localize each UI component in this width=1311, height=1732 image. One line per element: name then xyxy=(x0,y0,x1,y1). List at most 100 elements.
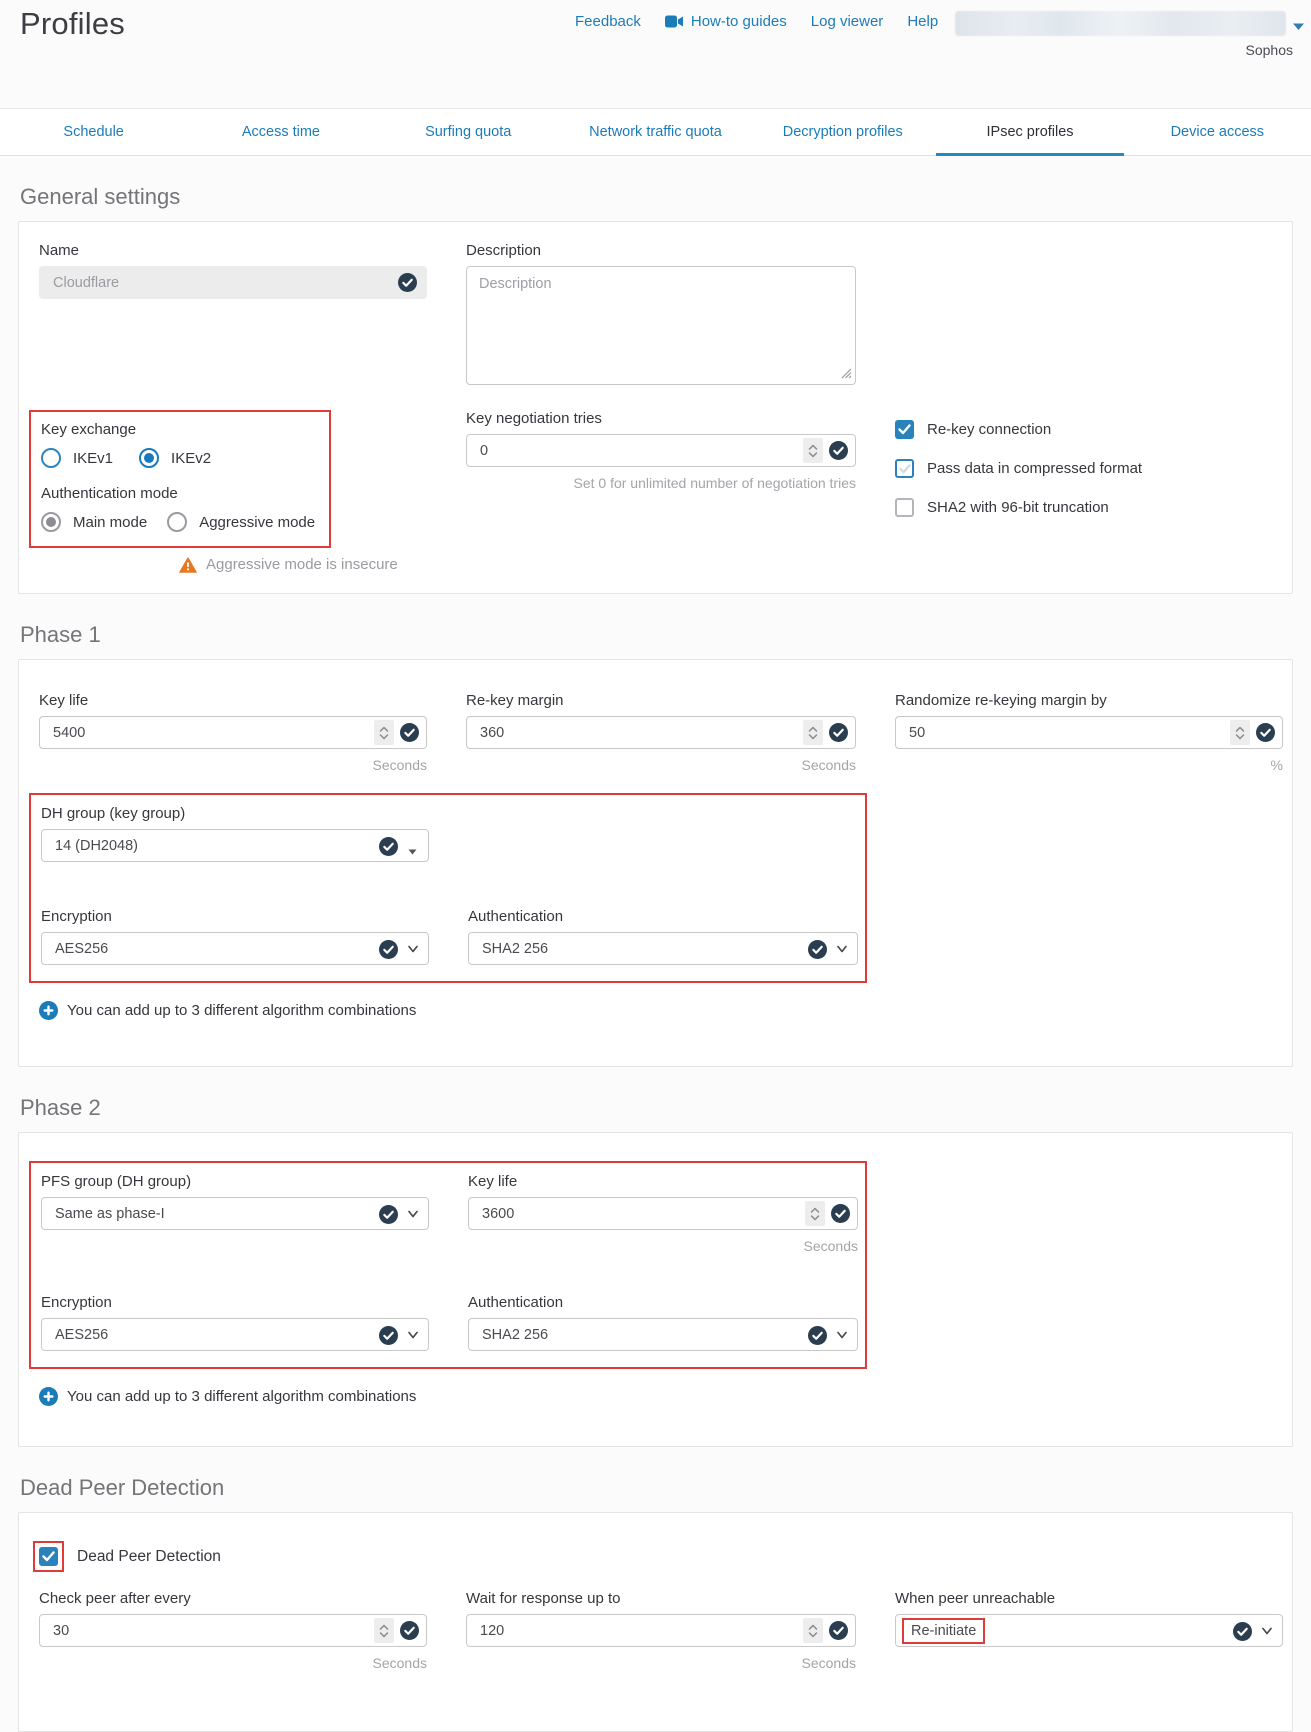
number-stepper[interactable] xyxy=(805,1201,825,1226)
dh-group-group: DH group (key group) 14 (DH2048) xyxy=(41,805,429,862)
add-plus-icon[interactable] xyxy=(39,1387,58,1406)
sha2-truncation-checkbox[interactable] xyxy=(895,498,914,517)
number-stepper[interactable] xyxy=(374,1618,394,1643)
dpd-toggle-label[interactable]: Dead Peer Detection xyxy=(77,1548,221,1566)
p1-authentication-value: SHA2 256 xyxy=(482,941,548,957)
p2-encryption-select[interactable]: AES256 xyxy=(41,1318,429,1351)
tab-network-traffic-quota[interactable]: Network traffic quota xyxy=(562,109,749,155)
chevron-down-icon[interactable] xyxy=(835,1328,849,1346)
phase1-card: Key life Seconds Re-key margin Seconds R… xyxy=(18,659,1293,1067)
chevron-down-icon[interactable] xyxy=(406,1207,420,1225)
caret-down-icon[interactable] xyxy=(408,843,417,859)
radio-ikev2-label[interactable]: IKEv2 xyxy=(171,450,211,467)
account-caret-down-icon[interactable] xyxy=(1292,18,1305,36)
radio-aggressive-mode-label[interactable]: Aggressive mode xyxy=(199,514,315,531)
valid-check-badge-icon xyxy=(1256,723,1275,742)
number-stepper[interactable] xyxy=(803,1618,823,1643)
radio-main-mode-label[interactable]: Main mode xyxy=(73,514,147,531)
tab-surfing-quota[interactable]: Surfing quota xyxy=(375,109,562,155)
p2-key-life-unit: Seconds xyxy=(468,1238,858,1254)
radio-main-mode[interactable] xyxy=(41,512,61,532)
pfs-group-select[interactable]: Same as phase-I xyxy=(41,1197,429,1230)
key-exchange-label: Key exchange xyxy=(41,421,317,438)
log-viewer-link[interactable]: Log viewer xyxy=(811,13,884,30)
p2-authentication-label: Authentication xyxy=(468,1294,858,1311)
p2-key-life-label: Key life xyxy=(468,1173,858,1190)
check-peer-unit: Seconds xyxy=(39,1655,427,1671)
description-textarea[interactable] xyxy=(466,266,856,385)
tab-ipsec-profiles[interactable]: IPsec profiles xyxy=(936,109,1123,155)
howto-guides-link[interactable]: How-to guides xyxy=(665,13,787,30)
wait-response-group: Wait for response up to Seconds xyxy=(466,1590,856,1671)
tab-decryption-profiles[interactable]: Decryption profiles xyxy=(749,109,936,155)
chevron-down-icon[interactable] xyxy=(406,1328,420,1346)
rekey-connection-checkbox[interactable] xyxy=(895,420,914,439)
compressed-format-checkbox[interactable] xyxy=(895,459,914,478)
dpd-toggle-row: Dead Peer Detection xyxy=(39,1541,1272,1572)
dh-group-value: 14 (DH2048) xyxy=(55,838,138,854)
description-label: Description xyxy=(466,242,856,259)
p1-randomize-unit: % xyxy=(895,757,1283,773)
radio-ikev2[interactable] xyxy=(139,448,159,468)
authentication-mode-label: Authentication mode xyxy=(41,485,317,502)
valid-check-badge-icon xyxy=(400,1621,419,1640)
key-negotiation-input[interactable] xyxy=(466,434,856,467)
phase2-card: PFS group (DH group) Same as phase-I Key… xyxy=(18,1132,1293,1447)
p1-rekey-margin-group: Re-key margin Seconds xyxy=(466,692,856,773)
p2-authentication-value: SHA2 256 xyxy=(482,1327,548,1343)
radio-aggressive-mode[interactable] xyxy=(167,512,187,532)
valid-check-badge-icon xyxy=(829,441,848,460)
dh-group-select[interactable]: 14 (DH2048) xyxy=(41,829,429,862)
number-stepper[interactable] xyxy=(803,438,823,463)
p2-authentication-select[interactable]: SHA2 256 xyxy=(468,1318,858,1351)
valid-check-badge-icon xyxy=(831,1204,850,1223)
header-links: Feedback How-to guides Log viewer Help xyxy=(575,13,938,30)
rekey-connection-label[interactable]: Re-key connection xyxy=(927,421,1051,438)
help-link[interactable]: Help xyxy=(907,13,938,30)
p2-encryption-label: Encryption xyxy=(41,1294,429,1311)
tab-bar: Schedule Access time Surfing quota Netwo… xyxy=(0,108,1311,156)
number-stepper[interactable] xyxy=(803,720,823,745)
compressed-format-label[interactable]: Pass data in compressed format xyxy=(927,460,1142,477)
chevron-down-icon[interactable] xyxy=(835,942,849,960)
aggressive-mode-warning: Aggressive mode is insecure xyxy=(179,556,427,573)
p1-add-combination-note: You can add up to 3 different algorithm … xyxy=(39,1001,1272,1020)
check-peer-input[interactable] xyxy=(39,1614,427,1647)
when-unreachable-label: When peer unreachable xyxy=(895,1590,1283,1607)
chevron-down-icon[interactable] xyxy=(406,942,420,960)
chevron-down-icon[interactable] xyxy=(1260,1624,1274,1642)
valid-check-badge-icon xyxy=(379,940,398,959)
annotation-box-reinitiate: Re-initiate xyxy=(902,1618,985,1644)
radio-ikev1[interactable] xyxy=(41,448,61,468)
pfs-group-value: Same as phase-I xyxy=(55,1206,165,1222)
p1-key-life-input[interactable] xyxy=(39,716,427,749)
name-group: Name xyxy=(39,242,427,390)
annotation-box-phase1-algorithms: DH group (key group) 14 (DH2048) Encrypt… xyxy=(29,793,867,983)
tab-device-access[interactable]: Device access xyxy=(1124,109,1311,155)
tab-schedule[interactable]: Schedule xyxy=(0,109,187,155)
feedback-link[interactable]: Feedback xyxy=(575,13,641,30)
p1-randomize-input[interactable] xyxy=(895,716,1283,749)
sha2-truncation-label[interactable]: SHA2 with 96-bit truncation xyxy=(927,499,1109,516)
number-stepper[interactable] xyxy=(1230,720,1250,745)
dpd-checkbox[interactable] xyxy=(39,1547,58,1566)
p1-rekey-margin-input[interactable] xyxy=(466,716,856,749)
wait-response-input[interactable] xyxy=(466,1614,856,1647)
p1-authentication-select[interactable]: SHA2 256 xyxy=(468,932,858,965)
check-peer-label: Check peer after every xyxy=(39,1590,427,1607)
when-unreachable-select[interactable]: Re-initiate xyxy=(895,1614,1283,1647)
number-stepper[interactable] xyxy=(374,720,394,745)
phase1-heading: Phase 1 xyxy=(20,622,1311,648)
name-input[interactable] xyxy=(39,266,427,299)
p2-key-life-input[interactable] xyxy=(468,1197,858,1230)
account-selector[interactable] xyxy=(955,11,1286,36)
add-plus-icon[interactable] xyxy=(39,1001,58,1020)
radio-ikev1-label[interactable]: IKEv1 xyxy=(73,450,113,467)
p1-encryption-select[interactable]: AES256 xyxy=(41,932,429,965)
dpd-card: Dead Peer Detection Check peer after eve… xyxy=(18,1512,1293,1732)
p1-key-life-label: Key life xyxy=(39,692,427,709)
general-settings-card: Name Description Key exchange xyxy=(18,221,1293,594)
valid-check-badge-icon xyxy=(829,723,848,742)
pfs-group-group: PFS group (DH group) Same as phase-I xyxy=(41,1173,429,1254)
tab-access-time[interactable]: Access time xyxy=(187,109,374,155)
